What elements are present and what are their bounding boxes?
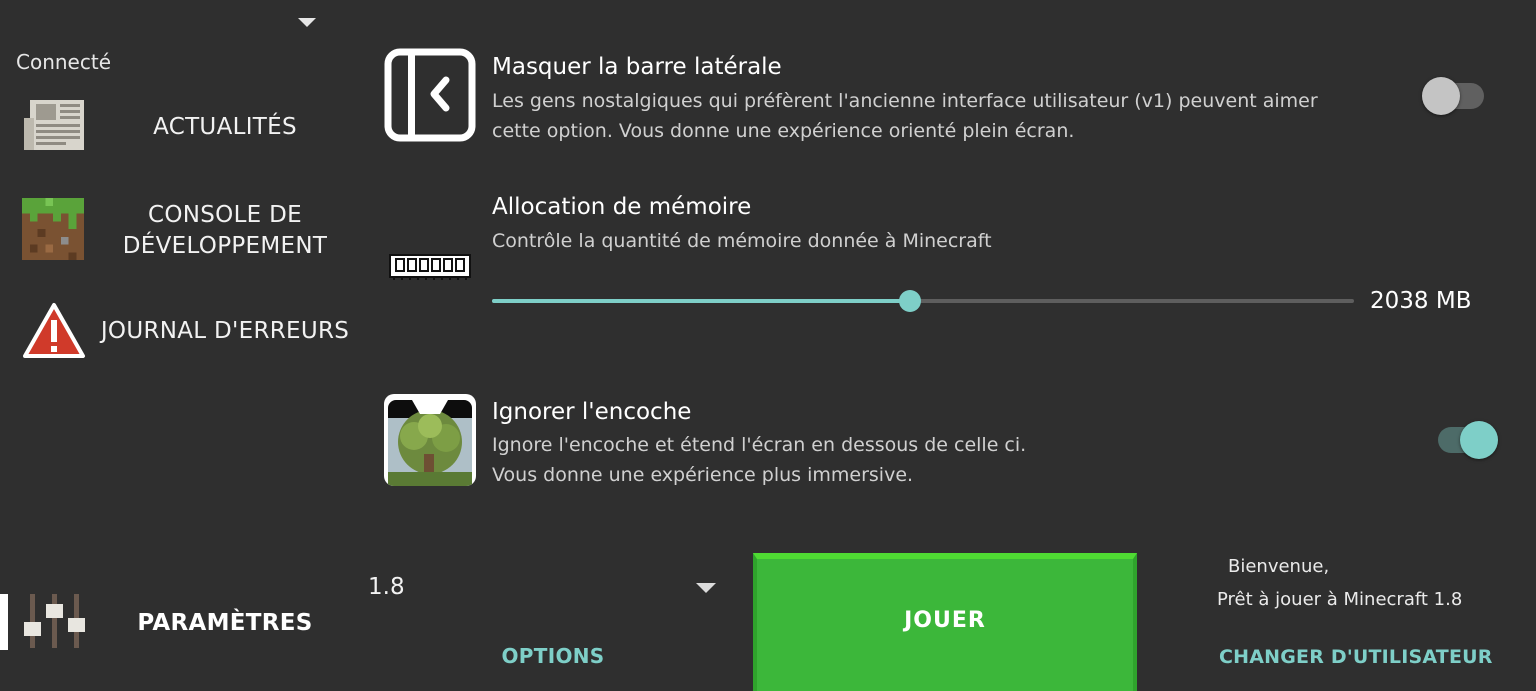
version-dropdown-arrow-icon[interactable] xyxy=(696,583,716,593)
sidebar-item-error-log[interactable]: JOURNAL D'ERREURS xyxy=(0,302,360,362)
play-button-label: JOUER xyxy=(904,607,986,633)
hide-sidebar-title: Masquer la barre latérale xyxy=(492,54,782,80)
sidebar-item-news[interactable]: ACTUALITÉS xyxy=(0,96,360,160)
ignore-notch-title: Ignorer l'encoche xyxy=(492,399,692,425)
sidebar-item-label: ACTUALITÉS xyxy=(153,114,297,140)
play-button[interactable]: JOUER xyxy=(753,553,1137,691)
account-dropdown-arrow-icon[interactable] xyxy=(298,18,316,27)
hide-sidebar-toggle[interactable] xyxy=(1422,77,1484,115)
memory-module-icon xyxy=(389,254,471,280)
newspaper-icon xyxy=(24,100,84,150)
ignore-notch-toggle[interactable] xyxy=(1438,421,1498,459)
sidebar-item-label-line2: DÉVELOPPEMENT xyxy=(122,233,328,259)
sidebar-item-settings[interactable]: PARAMÈTRES xyxy=(0,592,360,652)
welcome-text: Bienvenue, xyxy=(1228,556,1330,577)
memory-description: Contrôle la quantité de mémoire donnée à… xyxy=(492,230,992,252)
memory-value: 2038 MB xyxy=(1370,288,1472,314)
memory-slider-thumb[interactable] xyxy=(899,290,921,312)
version-select[interactable]: 1.8 xyxy=(368,574,405,600)
hide-sidebar-icon xyxy=(384,48,476,142)
grass-block-icon xyxy=(22,198,84,260)
notch-preview-icon xyxy=(384,394,476,486)
hide-sidebar-description: Les gens nostalgiques qui préfèrent l'an… xyxy=(492,90,1318,142)
account-status: Connecté xyxy=(16,50,111,74)
memory-title: Allocation de mémoire xyxy=(492,194,752,220)
ignore-notch-description: Ignore l'encoche et étend l'écran en des… xyxy=(492,434,1027,486)
ready-text: Prêt à jouer à Minecraft 1.8 xyxy=(1217,589,1463,610)
memory-slider-fill xyxy=(492,299,910,303)
sliders-icon xyxy=(24,594,85,648)
options-button[interactable]: OPTIONS xyxy=(440,644,666,668)
sidebar-item-label-line1: CONSOLE DE xyxy=(148,202,302,228)
sidebar-item-label: PARAMÈTRES xyxy=(137,610,313,636)
sidebar-item-label: JOURNAL D'ERREURS xyxy=(100,318,350,344)
warning-icon xyxy=(23,303,85,358)
switch-user-button[interactable]: CHANGER D'UTILISATEUR xyxy=(1219,646,1493,668)
sidebar-item-dev-console[interactable]: CONSOLE DE DÉVELOPPEMENT xyxy=(0,198,360,264)
